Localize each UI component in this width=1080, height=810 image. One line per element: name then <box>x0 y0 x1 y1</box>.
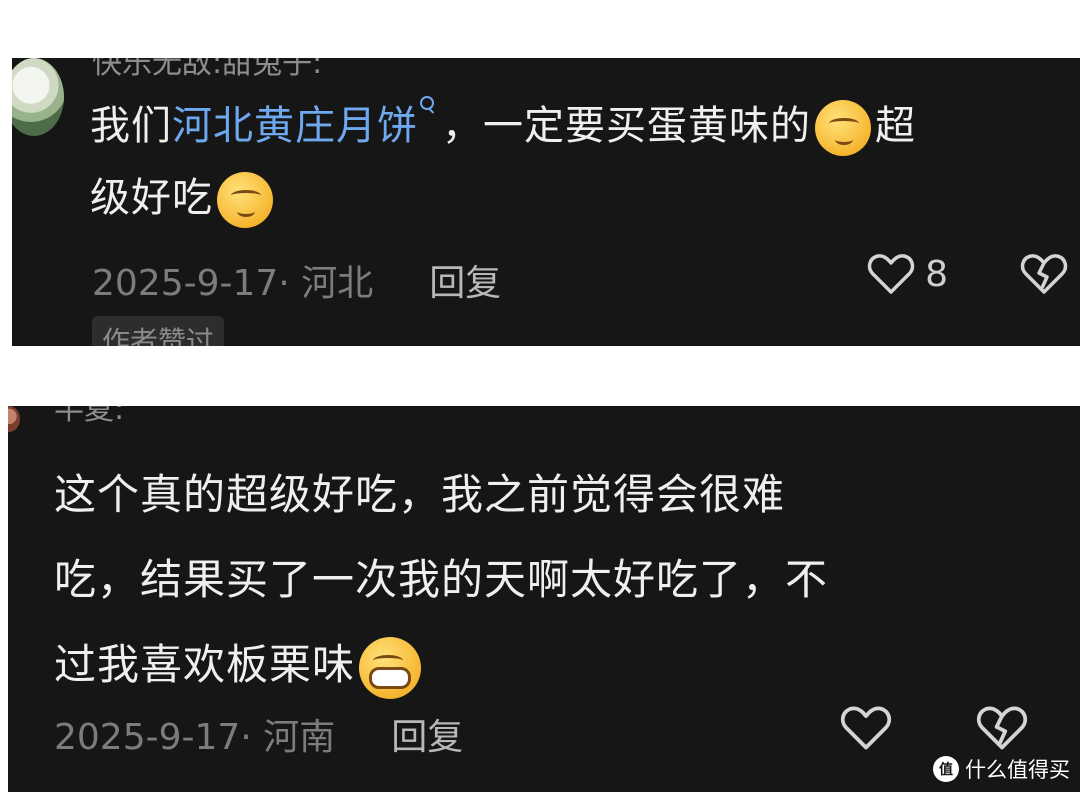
thinking-face-emoji <box>815 100 871 156</box>
reply-button[interactable]: 回复 <box>391 708 463 760</box>
comment-text-part: 级好吃 <box>90 175 213 221</box>
author-liked-badge: 作者赞过 <box>92 316 225 346</box>
comment-text: 这个真的超级好吃，我之前觉得会很难 吃，结果买了一次我的天啊太好吃了，不 过我喜… <box>54 452 1054 707</box>
avatar[interactable] <box>12 58 64 136</box>
comment-actions: 8 <box>867 252 1068 296</box>
comment-line: 过我喜欢板栗味 <box>54 640 356 689</box>
date-location: 2025-9-17· 河南 <box>54 717 336 758</box>
comment-card-2: 半夏: 这个真的超级好吃，我之前觉得会很难 吃，结果买了一次我的天啊太好吃了，不… <box>8 406 1080 792</box>
thinking-face-emoji <box>217 172 273 228</box>
avatar[interactable] <box>8 406 20 432</box>
comment-text-part: ，一定要买蛋黄味的 <box>442 103 811 149</box>
comment-text-part: 超 <box>875 103 916 149</box>
comment-line: 这个真的超级好吃，我之前觉得会很难 <box>54 470 786 519</box>
comment-line: 吃，结果买了一次我的天啊太好吃了，不 <box>54 555 829 604</box>
search-link[interactable]: 河北黄庄月饼 <box>172 103 418 149</box>
watermark-text: 什么值得买 <box>965 758 1070 782</box>
username[interactable]: 半夏: <box>54 406 124 428</box>
dislike-broken-heart-icon[interactable] <box>976 704 1028 752</box>
username[interactable]: 快乐无敌:甜兔子: <box>92 58 322 82</box>
grinning-face-emoji <box>359 636 422 699</box>
comment-meta: 2025-9-17· 河北 回复 <box>92 254 501 306</box>
dislike-broken-heart-icon[interactable] <box>1020 252 1068 296</box>
like-heart-icon[interactable] <box>867 252 915 296</box>
watermark: 值 什么值得买 <box>933 754 1070 784</box>
date-location: 2025-9-17· 河北 <box>92 263 374 304</box>
like-count: 8 <box>925 253 948 295</box>
search-icon[interactable] <box>418 94 436 116</box>
comment-text: 我们河北黄庄月饼 ，一定要买蛋黄味的 超级好吃 <box>90 90 1060 234</box>
comment-card-1: 快乐无敌:甜兔子: 我们河北黄庄月饼 ，一定要买蛋黄味的 超级好吃 2025-9-1… <box>12 58 1080 346</box>
comment-meta: 2025-9-17· 河南 回复 <box>54 708 463 760</box>
watermark-logo-icon: 值 <box>933 756 959 782</box>
reply-button[interactable]: 回复 <box>429 254 501 306</box>
like-heart-icon[interactable] <box>840 704 892 752</box>
comment-text-part: 我们 <box>90 103 172 149</box>
comment-actions <box>840 704 1028 752</box>
